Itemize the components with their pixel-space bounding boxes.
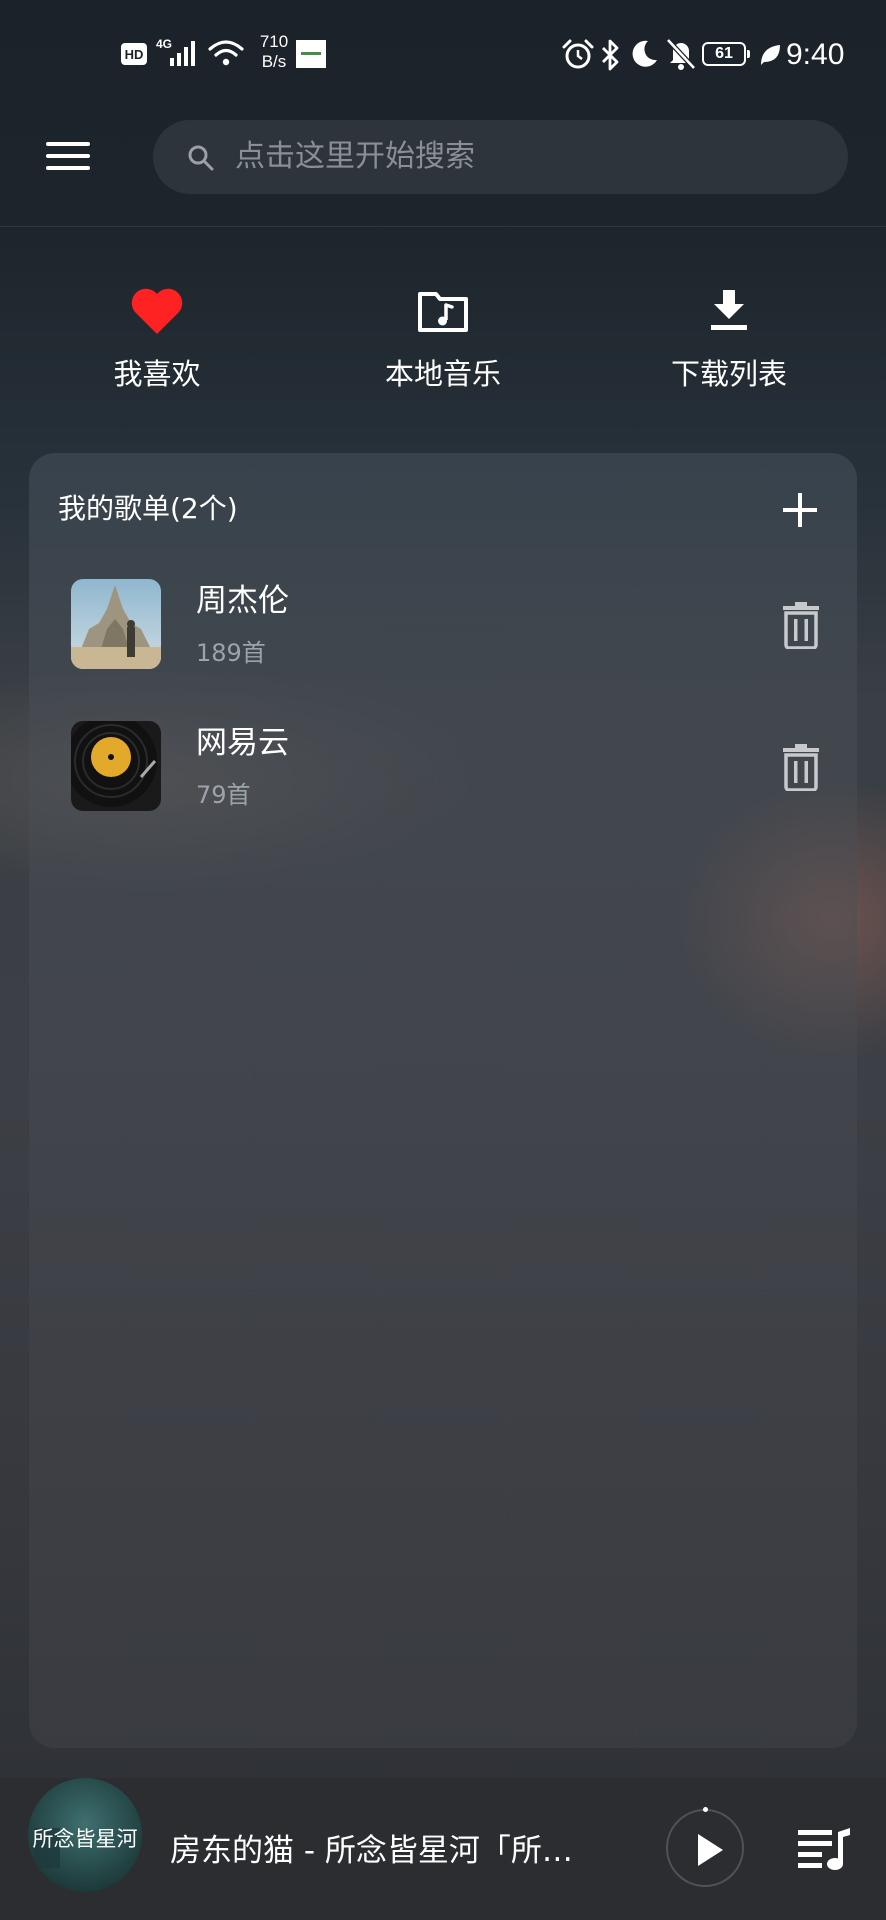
- progress-indicator-dot: [703, 1807, 708, 1812]
- battery-level: 61: [715, 45, 733, 62]
- now-playing-album-art[interactable]: 所念皆星河: [28, 1778, 142, 1892]
- playlist-item-netease[interactable]: 网易云 79首: [29, 721, 857, 841]
- music-folder-icon: [418, 292, 468, 332]
- download-icon: [711, 290, 747, 330]
- play-icon: [698, 1834, 723, 1866]
- playlist-cover-vinyl: [71, 721, 161, 811]
- album-art-text: 所念皆星河: [33, 1827, 138, 1851]
- trash-icon[interactable]: [781, 743, 821, 791]
- cell-signal-icon: 4G: [156, 37, 195, 66]
- network-speed: 710 B/s: [259, 32, 289, 71]
- hd-icon: HD: [121, 43, 147, 65]
- app-notification-icon: [296, 40, 326, 68]
- playlist-song-count: 189首: [196, 639, 266, 667]
- plus-icon[interactable]: [779, 489, 821, 531]
- header-divider: [0, 226, 886, 227]
- playlist-item-jay-chou[interactable]: 周杰伦 189首: [29, 579, 857, 699]
- menu-hamburger-icon[interactable]: [36, 132, 98, 182]
- clock-time: 9:40: [786, 38, 845, 71]
- local-music-button[interactable]: 本地音乐: [333, 286, 553, 406]
- battery-icon: 61: [702, 42, 750, 66]
- download-list-label: 下载列表: [670, 357, 787, 391]
- do-not-disturb-moon-icon: [632, 40, 657, 67]
- heart-icon: [131, 288, 183, 334]
- svg-text:HD: HD: [125, 47, 144, 62]
- trash-icon[interactable]: [781, 601, 821, 649]
- playlist-name: 网易云: [196, 725, 289, 761]
- search-input[interactable]: 点击这里开始搜索: [153, 120, 848, 194]
- search-icon: [188, 145, 214, 171]
- download-list-button[interactable]: 下载列表: [619, 286, 839, 406]
- mute-bell-icon: [666, 38, 696, 70]
- alarm-icon: [562, 39, 594, 69]
- favorites-label: 我喜欢: [113, 357, 201, 391]
- my-playlists-card: 我的歌单(2个) 周杰伦 189首 网易云 79首: [29, 453, 857, 1748]
- play-button[interactable]: [666, 1807, 744, 1887]
- playlist-name: 周杰伦: [196, 583, 289, 619]
- playlist-cover-castle: [71, 579, 161, 669]
- playlist-queue-icon[interactable]: [796, 1826, 852, 1872]
- search-placeholder: 点击这里开始搜索: [235, 139, 475, 174]
- bluetooth-icon: [602, 39, 619, 71]
- favorites-button[interactable]: 我喜欢: [47, 286, 267, 406]
- status-bar: HD 4G 710 B/s 61 9:40: [0, 0, 886, 110]
- svg-text:4G: 4G: [156, 37, 172, 51]
- wifi-icon: [208, 40, 244, 66]
- playlists-header: 我的歌单(2个): [58, 492, 238, 525]
- power-saving-leaf-icon: [761, 45, 780, 65]
- now-playing-title[interactable]: 房东的猫 - 所念皆星河「所…: [170, 1830, 640, 1872]
- local-music-label: 本地音乐: [384, 357, 501, 391]
- playlist-song-count: 79首: [196, 781, 251, 809]
